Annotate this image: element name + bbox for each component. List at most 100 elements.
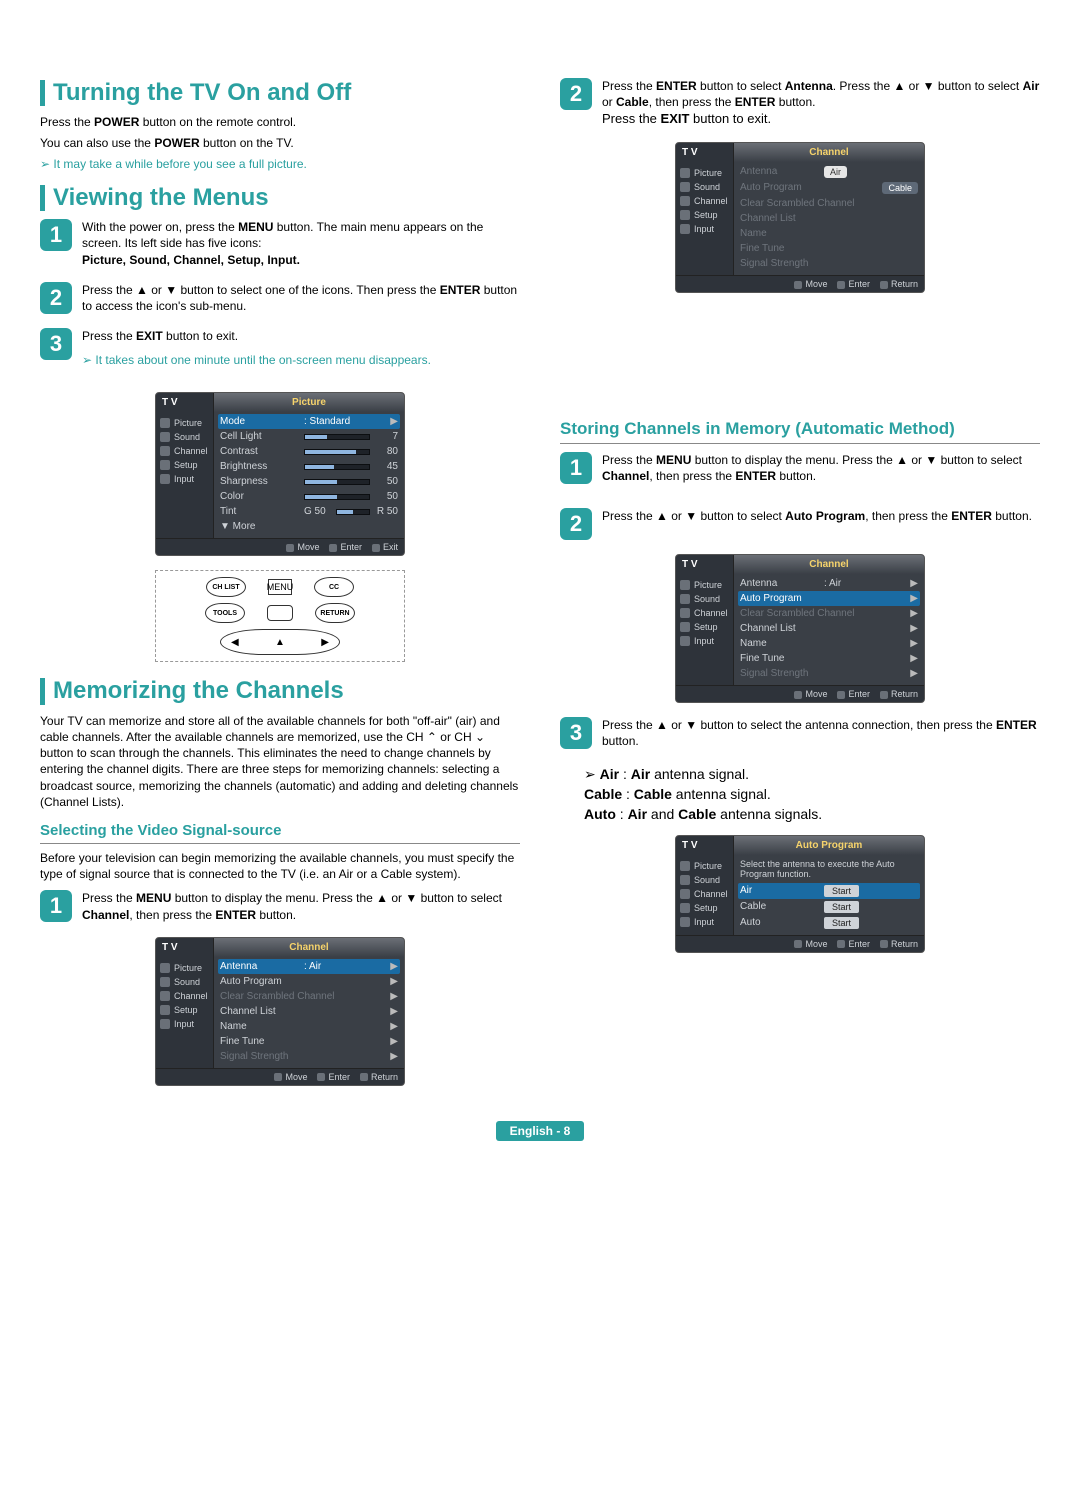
paragraph: You can also use the POWER button on the… xyxy=(40,135,520,151)
osd-sidebar: Picture Sound Channel Setup Input xyxy=(676,162,734,275)
step-3: 3 Press the EXIT button to exit. It take… xyxy=(40,328,520,378)
osd-footer: Move Enter Return xyxy=(676,275,924,292)
step-badge-icon: 2 xyxy=(560,78,592,110)
setup-icon xyxy=(160,1005,170,1015)
setup-icon xyxy=(160,460,170,470)
osd-picture-menu: T V Picture Picture Sound Channel Setup … xyxy=(155,392,405,556)
osd-auto-program: T V Auto Program Picture Sound Channel S… xyxy=(675,835,925,953)
osd-sidebar: Picture Sound Channel Setup Input xyxy=(676,855,734,935)
step-1: 1 Press the MENU button to display the m… xyxy=(40,890,520,922)
remote-cc-button: CC xyxy=(314,577,354,597)
remote-return-button: RETURN xyxy=(315,603,355,623)
step-badge-icon: 3 xyxy=(40,328,72,360)
osd-channel-autoprogram: T V Channel Picture Sound Channel Setup … xyxy=(675,554,925,703)
manual-page: Turning the TV On and Off Press the POWE… xyxy=(40,70,1040,1100)
remote-tools-button: TOOLS xyxy=(205,603,245,623)
start-button: Start xyxy=(824,901,859,913)
osd-footer: Move Enter Return xyxy=(156,1068,404,1085)
up-arrow-icon: ▲ xyxy=(275,637,285,648)
start-button: Start xyxy=(824,885,859,897)
channel-icon xyxy=(160,446,170,456)
setup-icon xyxy=(680,903,690,913)
sound-icon xyxy=(160,977,170,987)
pill-air: Air xyxy=(824,166,847,178)
osd-main: Antenna: Air▶ Auto Program▶ Clear Scramb… xyxy=(214,957,404,1068)
paragraph: Press the POWER button on the remote con… xyxy=(40,114,520,130)
osd-main: Mode: Standard▶ Cell Light7 Contrast80 B… xyxy=(214,412,404,538)
sound-icon xyxy=(680,594,690,604)
osd-footer: Move Enter Exit xyxy=(156,538,404,555)
step-badge-icon: 1 xyxy=(40,219,72,251)
heading-viewing-menus: Viewing the Menus xyxy=(40,185,520,211)
osd-intro: Select the antenna to execute the Auto P… xyxy=(738,857,920,883)
picture-icon xyxy=(160,418,170,428)
step-2: 2 Press the ▲ or ▼ button to select Auto… xyxy=(560,508,1040,540)
channel-icon xyxy=(680,889,690,899)
input-icon xyxy=(160,474,170,484)
osd-main: Antenna Air Auto Program Cable Clear Scr… xyxy=(734,162,924,275)
step-2: 2 Press the ▲ or ▼ button to select one … xyxy=(40,282,520,314)
osd-tv-label: T V xyxy=(156,393,214,412)
left-arrow-icon: ◀ xyxy=(231,637,239,648)
arrow-right-icon: ▶ xyxy=(390,961,398,972)
osd-footer: Move Enter Return xyxy=(676,685,924,702)
channel-icon xyxy=(160,991,170,1001)
remote-menu-button: MENU xyxy=(268,579,292,595)
left-column: Turning the TV On and Off Press the POWE… xyxy=(40,70,520,1100)
osd-main: Select the antenna to execute the Auto P… xyxy=(734,855,924,935)
osd-title: Channel xyxy=(734,143,924,162)
osd-tv-label: T V xyxy=(676,555,734,574)
setup-icon xyxy=(680,210,690,220)
osd-title: Channel xyxy=(214,938,404,957)
heading-turning-on-off: Turning the TV On and Off xyxy=(40,80,520,106)
osd-channel-menu: T V Channel Picture Sound Channel Setup … xyxy=(155,937,405,1086)
step-2: 2 Press the ENTER button to select Anten… xyxy=(560,78,1040,128)
step-3: 3 Press the ▲ or ▼ button to select the … xyxy=(560,717,1040,749)
input-icon xyxy=(160,1019,170,1029)
step-text: Press the EXIT button to exit. It takes … xyxy=(82,328,431,378)
step-badge-icon: 3 xyxy=(560,717,592,749)
step-text: Press the ▲ or ▼ button to select the an… xyxy=(602,717,1040,749)
osd-antenna-select: T V Channel Picture Sound Channel Setup … xyxy=(675,142,925,293)
sound-icon xyxy=(160,432,170,442)
page-footer: English - 8 xyxy=(40,1124,1040,1138)
osd-footer: Move Enter Return xyxy=(676,935,924,952)
step-text: With the power on, press the MENU button… xyxy=(82,219,520,268)
paragraph: Before your television can begin memoriz… xyxy=(40,850,520,882)
picture-icon xyxy=(680,861,690,871)
picture-icon xyxy=(160,963,170,973)
pill-cable: Cable xyxy=(882,182,918,194)
osd-tv-label: T V xyxy=(676,143,734,162)
osd-sidebar: Picture Sound Channel Setup Input xyxy=(156,957,214,1068)
osd-title: Picture xyxy=(214,393,404,412)
step-badge-icon: 1 xyxy=(560,452,592,484)
subheading-signal-source: Selecting the Video Signal-source xyxy=(40,822,520,844)
osd-sidebar: Picture Sound Channel Setup Input xyxy=(156,412,214,538)
page-number-badge: English - 8 xyxy=(496,1121,585,1141)
remote-diagram: CH LIST MENU CC TOOLS RETURN ◀ ▲ ▶ xyxy=(155,570,405,662)
osd-tv-label: T V xyxy=(156,938,214,957)
right-column: 2 Press the ENTER button to select Anten… xyxy=(560,70,1040,1100)
osd-title: Channel xyxy=(734,555,924,574)
subheading-storing-channels: Storing Channels in Memory (Automatic Me… xyxy=(560,419,1040,444)
arrow-right-icon: ▶ xyxy=(390,416,398,427)
step-text: Press the MENU button to display the men… xyxy=(602,452,1040,484)
channel-icon xyxy=(680,196,690,206)
picture-icon xyxy=(680,168,690,178)
heading-memorizing-channels: Memorizing the Channels xyxy=(40,678,520,704)
setup-icon xyxy=(680,622,690,632)
start-button: Start xyxy=(824,917,859,929)
paragraph: Your TV can memorize and store all of th… xyxy=(40,713,520,810)
remote-enter-button xyxy=(267,605,293,621)
step-text: Press the MENU button to display the men… xyxy=(82,890,520,922)
step-badge-icon: 2 xyxy=(560,508,592,540)
note: It takes about one minute until the on-s… xyxy=(82,352,431,368)
signal-note: Air : Air antenna signal. Cable : Cable … xyxy=(584,764,1040,825)
right-arrow-icon: ▶ xyxy=(321,637,329,648)
input-icon xyxy=(680,636,690,646)
osd-tv-label: T V xyxy=(676,836,734,855)
remote-chlist-button: CH LIST xyxy=(206,577,246,597)
step-1: 1 Press the MENU button to display the m… xyxy=(560,452,1040,484)
step-text: Press the ▲ or ▼ button to select Auto P… xyxy=(602,508,1032,524)
sound-icon xyxy=(680,182,690,192)
